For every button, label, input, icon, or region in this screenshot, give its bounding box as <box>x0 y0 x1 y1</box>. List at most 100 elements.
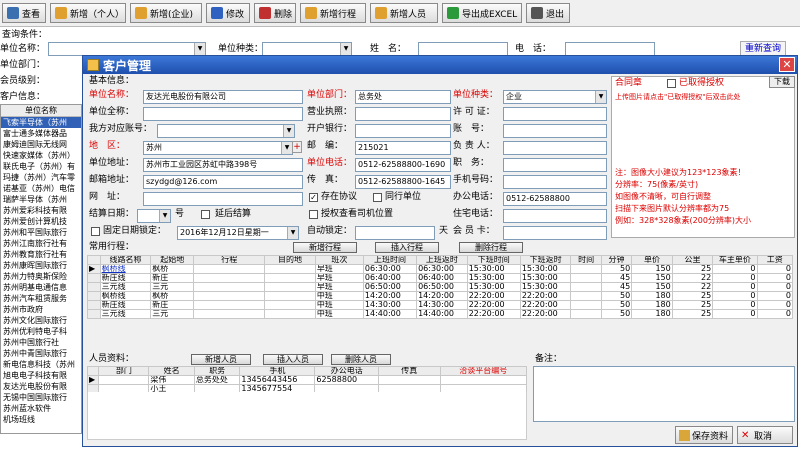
staff-table[interactable]: 部门 姓名 职务 手机 办公电话 传真 洽谈平台编号 ▶ 梁伟 总务处处 13456443456 62… <box>86 366 527 394</box>
route-cell[interactable] <box>264 264 316 274</box>
toolbar-button[interactable]: 新增人员 <box>370 3 438 23</box>
list-item[interactable]: 苏州和平国际旅行 <box>1 227 81 238</box>
toolbar-button[interactable]: 修改 <box>206 3 250 23</box>
save-button[interactable]: 保存资料 <box>675 426 733 444</box>
route-cell[interactable]: 枫桥线 <box>99 291 152 301</box>
route-cell[interactable]: 0 <box>756 300 794 310</box>
route-cell[interactable]: 25 <box>671 291 714 301</box>
unit-type-select[interactable]: 企业 <box>503 90 607 104</box>
route-cell[interactable]: 三元 <box>150 309 195 319</box>
member-card-field[interactable] <box>503 226 607 240</box>
route-cell[interactable]: 22 <box>671 282 714 292</box>
list-item[interactable]: 快速家媒体（苏州） <box>1 150 81 161</box>
route-cell[interactable] <box>193 282 266 292</box>
staff-cell[interactable] <box>98 375 150 385</box>
route-action-button[interactable]: 新增行程 <box>293 242 357 253</box>
unit-name-field[interactable]: 友达光电股份有限公司 <box>143 90 303 104</box>
route-cell[interactable] <box>570 309 602 319</box>
route-cell[interactable]: 50 <box>600 309 633 319</box>
route-cell[interactable] <box>193 300 266 310</box>
route-cell[interactable]: 新庄 <box>150 273 195 283</box>
list-item[interactable]: 苏州爱彩科技有限 <box>1 205 81 216</box>
route-cell[interactable]: 15:30:00 <box>519 282 572 292</box>
route-cell[interactable]: 14:30:00 <box>416 300 468 310</box>
agreement-checkbox[interactable]: ✓ <box>309 193 318 202</box>
list-item[interactable]: 飞索半导体（苏州 <box>1 117 81 128</box>
route-cell[interactable]: 0 <box>712 300 758 310</box>
staff-cell[interactable]: 13456443456 <box>239 375 316 385</box>
route-cell[interactable] <box>570 300 602 310</box>
list-item[interactable]: 康姆迪国际无线网 <box>1 139 81 150</box>
route-cell[interactable] <box>193 291 266 301</box>
settle-date-select[interactable] <box>137 209 171 223</box>
route-cell[interactable]: 22:20:00 <box>466 291 521 301</box>
route-action-button[interactable]: 插入行程 <box>375 242 439 253</box>
staff-action-button[interactable]: 新增人员 <box>191 354 251 365</box>
list-item[interactable]: 苏州康晖国际旅行 <box>1 260 81 271</box>
route-cell[interactable] <box>264 282 316 292</box>
route-cell[interactable]: 14:20:00 <box>362 291 418 301</box>
route-cell[interactable]: 15:30:00 <box>466 273 521 283</box>
job-title-field[interactable] <box>503 158 607 172</box>
route-cell[interactable]: 早班 <box>314 282 364 292</box>
route-cell[interactable]: 新庄 <box>150 300 195 310</box>
route-cell[interactable]: 06:40:00 <box>362 273 418 283</box>
full-name-field[interactable] <box>143 107 303 121</box>
route-cell[interactable] <box>193 264 266 274</box>
route-cell[interactable] <box>570 291 602 301</box>
list-item[interactable]: 玛捷（苏州）汽车零 <box>1 172 81 183</box>
staff-cell[interactable] <box>439 375 527 385</box>
route-cell[interactable]: 0 <box>756 264 794 274</box>
list-item[interactable]: 苏州教育旅行社有 <box>1 249 81 260</box>
route-cell[interactable]: 0 <box>756 291 794 301</box>
route-cell[interactable]: 22 <box>671 273 714 283</box>
route-cell[interactable]: 14:40:00 <box>362 309 418 319</box>
home-phone-field[interactable] <box>503 209 607 223</box>
list-item[interactable]: 苏州文化国际旅行 <box>1 315 81 326</box>
account-select[interactable] <box>157 124 295 138</box>
unit-type-query[interactable] <box>262 42 352 56</box>
staff-cell[interactable]: 梁伟 <box>148 375 195 385</box>
route-cell[interactable]: 06:30:00 <box>416 264 468 274</box>
table-row[interactable]: ▶ 梁伟 总务处处 13456443456 62588800 <box>86 375 527 385</box>
route-cell[interactable]: 22:20:00 <box>519 300 572 310</box>
route-cell[interactable]: 新庄线 <box>99 300 152 310</box>
route-cell[interactable]: 50 <box>600 291 633 301</box>
unit-name-query[interactable] <box>48 42 206 56</box>
list-item[interactable]: 苏州蓝水软件 <box>1 403 81 414</box>
name-query[interactable] <box>418 42 508 56</box>
route-cell[interactable]: 新庄线 <box>99 273 152 283</box>
route-cell[interactable]: 25 <box>671 300 714 310</box>
close-icon[interactable]: ✕ <box>779 57 795 72</box>
list-item[interactable]: 苏州市政府 <box>1 304 81 315</box>
delay-settle-checkbox[interactable] <box>201 210 210 219</box>
list-item[interactable]: 苏州明基电通信息 <box>1 282 81 293</box>
list-item[interactable]: 诺基亚（苏州）电信 <box>1 183 81 194</box>
route-cell[interactable] <box>264 291 316 301</box>
toolbar-button[interactable]: 新增(企业) <box>130 3 202 23</box>
add-region-button[interactable]: + <box>292 141 302 153</box>
route-cell[interactable]: 22:20:00 <box>466 300 521 310</box>
route-cell[interactable]: 0 <box>756 282 794 292</box>
fax-field[interactable]: 0512-62588800-1645 <box>355 175 451 189</box>
auth-driver-checkbox[interactable] <box>309 210 318 219</box>
route-cell[interactable]: 三元线 <box>99 309 152 319</box>
table-row[interactable]: 新庄线 新庄 早班 06:40:00 06:40:00 15:30:00 15:30:00 4… <box>87 273 794 283</box>
list-item[interactable]: 联氏电子（苏州）有 <box>1 161 81 172</box>
route-cell[interactable]: 15:30:00 <box>519 273 572 283</box>
route-cell[interactable]: 中班 <box>314 300 364 310</box>
route-cell[interactable]: 14:40:00 <box>416 309 468 319</box>
route-cell[interactable] <box>264 273 316 283</box>
route-cell[interactable]: 14:30:00 <box>362 300 418 310</box>
fixed-date-checkbox[interactable] <box>91 227 100 236</box>
fixed-date-select[interactable]: 2016年12月12日星期一 <box>177 226 299 240</box>
auto-lock-field[interactable] <box>355 226 435 240</box>
list-item[interactable]: 苏州力特奥斯保险 <box>1 271 81 282</box>
route-cell[interactable]: 0 <box>712 273 758 283</box>
route-cell[interactable] <box>193 273 266 283</box>
route-cell[interactable]: 三元线 <box>99 282 152 292</box>
phone-query[interactable] <box>565 42 655 56</box>
list-item[interactable]: 富士通多媒体器品 <box>1 128 81 139</box>
route-cell[interactable]: 15:30:00 <box>466 264 521 274</box>
route-action-button[interactable]: 删除行程 <box>459 242 523 253</box>
